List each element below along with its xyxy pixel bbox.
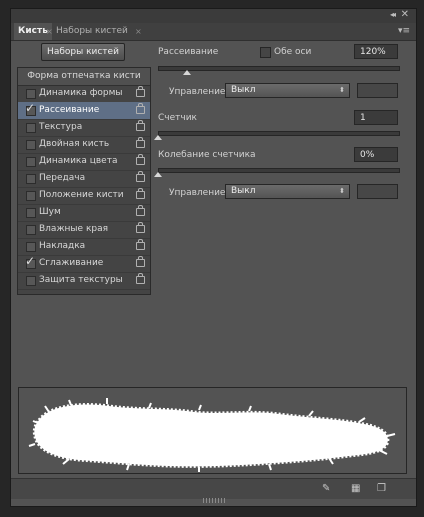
sidebar-item-checkbox[interactable] [26, 242, 36, 252]
sidebar-item[interactable]: Передача [18, 170, 150, 188]
sidebar-item-label: Накладка [39, 241, 86, 251]
sidebar-item-checkbox[interactable] [26, 225, 36, 235]
sidebar-item-label: Двойная кисть [39, 139, 110, 149]
sidebar-item[interactable]: Двойная кисть [18, 136, 150, 154]
checkmark-icon: ✓ [25, 101, 36, 115]
lock-icon[interactable] [136, 239, 145, 250]
sidebar-item-label: Положение кисти [39, 190, 124, 200]
count-jitter-label: Колебание счетчика [158, 150, 256, 160]
brush-tip-icon[interactable]: ✎ [322, 483, 330, 494]
sidebar-item-label: Влажные края [39, 224, 109, 234]
panel-bottom-bar: ✎ ▦ ❐ [11, 478, 416, 499]
grid-icon[interactable]: ▦ [351, 483, 360, 494]
count-slider-track[interactable] [158, 131, 400, 136]
checkmark-icon: ✓ [25, 254, 36, 268]
lock-icon[interactable] [136, 120, 145, 131]
sidebar-item-checkbox[interactable] [26, 208, 36, 218]
lock-icon[interactable] [136, 154, 145, 165]
brush-settings-list: Форма отпечатка кисти Динамика формы ✓ Рас… [17, 67, 151, 295]
sidebar-item-checkbox[interactable] [26, 174, 36, 184]
count-jitter-value-field[interactable]: 0% [354, 147, 398, 162]
sidebar-item-checkbox[interactable] [26, 276, 36, 286]
count-label: Счетчик [158, 113, 197, 123]
lock-icon[interactable] [136, 222, 145, 233]
sidebar-item-label: Сглаживание [39, 258, 104, 268]
resize-grip[interactable] [203, 498, 225, 503]
tab-brush-presets[interactable]: Наборы кистей [52, 23, 132, 40]
new-preset-icon[interactable]: ❐ [377, 483, 386, 494]
sidebar-item[interactable]: ✓ Сглаживание [18, 254, 150, 273]
sidebar-item-checkbox[interactable] [26, 140, 36, 150]
scatter-control-value: Выкл [231, 85, 256, 95]
count-jitter-control-extra-field [357, 184, 398, 199]
lock-icon[interactable] [136, 171, 145, 182]
scatter-slider-thumb[interactable] [182, 70, 191, 75]
lock-icon[interactable] [136, 86, 145, 97]
brush-presets-button[interactable]: Наборы кистей [41, 43, 125, 61]
sidebar-item-checkbox[interactable] [26, 89, 36, 99]
sidebar-item-label: Динамика формы [39, 88, 123, 98]
sidebar-item-checkbox[interactable] [26, 157, 36, 167]
lock-icon[interactable] [136, 188, 145, 199]
both-axes-label: Обе оси [274, 47, 312, 57]
panel-menu-icon[interactable]: ▾≡ [398, 26, 410, 36]
sidebar-item-label: Защита текстуры [39, 275, 123, 285]
scatter-control-dropdown[interactable]: Выкл ⬍ [225, 83, 350, 98]
tab-presets-close-icon[interactable]: × [131, 23, 147, 40]
both-axes-checkbox[interactable] [260, 47, 271, 58]
sidebar-item-checkbox[interactable] [26, 191, 36, 201]
sidebar-item[interactable]: Защита текстуры [18, 272, 150, 290]
sidebar-item[interactable]: Накладка [18, 238, 150, 256]
brush-stroke-preview-image [19, 388, 406, 473]
dropdown-arrow-icon: ⬍ [339, 187, 345, 195]
count-slider-thumb[interactable] [154, 135, 162, 140]
lock-icon[interactable] [136, 103, 145, 114]
dropdown-arrow-icon: ⬍ [339, 86, 345, 94]
sidebar-item-label: Передача [39, 173, 86, 183]
sidebar-header-label: Форма отпечатка кисти [27, 71, 141, 81]
brush-stroke-preview [18, 387, 407, 474]
sidebar-item-brush-tip-shape[interactable]: Форма отпечатка кисти [18, 68, 150, 86]
count-jitter-slider-thumb[interactable] [154, 172, 162, 177]
tab-bar: Кисть × Наборы кистей × ▾≡ [11, 23, 416, 41]
scatter-control-label: Управление: [169, 87, 229, 97]
panel-title-strip: ◂◂ ✕ [11, 9, 416, 23]
scatter-value-field[interactable]: 120% [354, 44, 398, 59]
lock-icon[interactable] [136, 205, 145, 216]
scatter-label: Рассеивание [158, 47, 219, 57]
sidebar-item[interactable]: Динамика формы [18, 85, 150, 103]
sidebar-item-checkbox[interactable] [26, 123, 36, 133]
count-jitter-control-label: Управление: [169, 188, 229, 198]
sidebar-item[interactable]: Динамика цвета [18, 153, 150, 171]
count-jitter-control-dropdown[interactable]: Выкл ⬍ [225, 184, 350, 199]
sidebar-item[interactable]: Влажные края [18, 221, 150, 239]
sidebar-item[interactable]: Текстура [18, 119, 150, 137]
lock-icon[interactable] [136, 273, 145, 284]
sidebar-item[interactable]: Положение кисти [18, 187, 150, 205]
sidebar-item-label: Рассеивание [39, 105, 100, 115]
scatter-control-extra-field [357, 83, 398, 98]
count-jitter-slider-track[interactable] [158, 168, 400, 173]
lock-icon[interactable] [136, 137, 145, 148]
lock-icon[interactable] [136, 256, 145, 267]
close-icon[interactable]: ✕ [401, 9, 409, 20]
count-jitter-control-value: Выкл [231, 186, 256, 196]
brush-panel: ◂◂ ✕ Кисть × Наборы кистей × ▾≡ Наборы к… [11, 9, 416, 506]
sidebar-item-label: Шум [39, 207, 61, 217]
sidebar-item-label: Текстура [39, 122, 83, 132]
count-value-field[interactable]: 1 [354, 110, 398, 125]
sidebar-item[interactable]: Шум [18, 204, 150, 222]
sidebar-item-label: Динамика цвета [39, 156, 118, 166]
sidebar-item[interactable]: ✓ Рассеивание [18, 101, 150, 120]
collapse-icon[interactable]: ◂◂ [390, 10, 396, 19]
scatter-slider-track[interactable] [158, 66, 400, 71]
